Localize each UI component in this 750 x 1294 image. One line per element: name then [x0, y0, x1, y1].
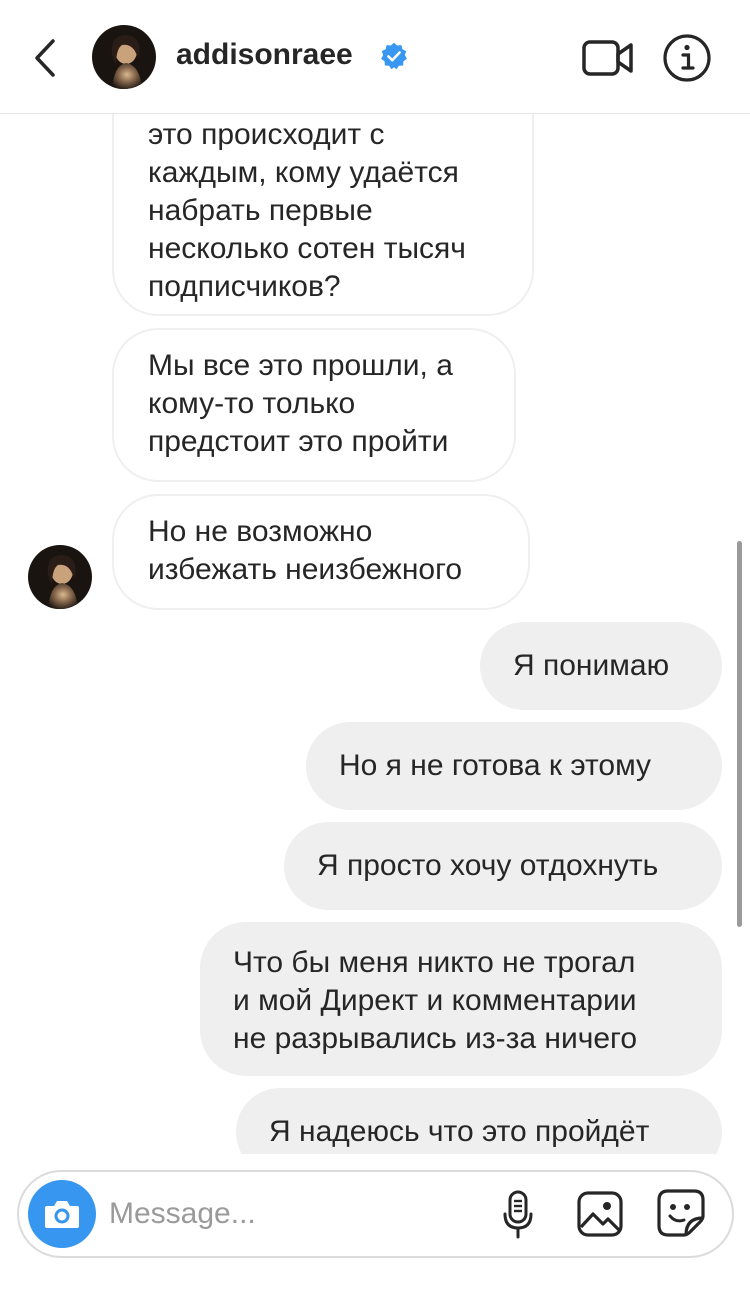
outgoing-message[interactable]: Я просто хочу отдохнуть	[284, 822, 722, 910]
message-text: не разрывались из-за ничего	[233, 1022, 638, 1055]
video-camera-icon	[582, 40, 633, 76]
message-text: набрать первые	[148, 194, 373, 227]
message-text: избежать неизбежного	[148, 553, 463, 586]
outgoing-message[interactable]: Что бы меня никто не трогал и мой Директ…	[200, 922, 722, 1076]
message-text: предстоит это пройти	[148, 425, 449, 458]
message-text: Что бы меня никто не трогал	[233, 946, 636, 979]
chat-username[interactable]: addisonraee	[176, 38, 353, 72]
outgoing-message[interactable]: Я понимаю	[480, 622, 722, 710]
message-text: Я надеюсь что это пройдёт	[269, 1115, 650, 1148]
message-text: Я понимаю	[513, 649, 670, 682]
incoming-message[interactable]: Но не возможно избежать неизбежного	[112, 494, 530, 610]
message-text: Мы все это прошли, а	[148, 349, 453, 382]
chat-header: addisonraee	[0, 0, 750, 114]
gallery-button[interactable]	[576, 1190, 624, 1238]
message-text: кому-то только	[148, 387, 356, 420]
message-text: Но не возможно	[148, 515, 373, 548]
message-text: и мой Директ и комментарии	[233, 984, 637, 1017]
video-call-button[interactable]	[580, 34, 636, 82]
image-icon	[577, 1191, 623, 1237]
sticker-button[interactable]	[656, 1188, 706, 1238]
avatar[interactable]	[28, 545, 92, 609]
verified-badge-icon	[381, 42, 407, 70]
outgoing-message[interactable]: Но я не готова к этому	[306, 722, 722, 810]
incoming-message[interactable]: Мы все это прошли, а кому-то только пред…	[112, 328, 516, 482]
chevron-left-icon	[35, 39, 55, 77]
message-text: несколько сотен тысяч	[148, 232, 466, 265]
camera-icon	[45, 1201, 79, 1228]
message-composer	[17, 1170, 734, 1258]
microphone-icon	[503, 1190, 533, 1239]
message-thread[interactable]: это происходит с каждым, кому удаётся на…	[0, 114, 750, 1154]
info-button[interactable]	[662, 33, 712, 83]
message-text: это происходит с	[148, 118, 385, 151]
back-button[interactable]	[20, 30, 70, 86]
message-input[interactable]	[109, 1190, 489, 1238]
message-text: подписчиков?	[148, 270, 341, 303]
avatar[interactable]	[92, 25, 156, 89]
microphone-button[interactable]	[503, 1190, 533, 1240]
message-text: каждым, кому удаётся	[148, 156, 459, 189]
scrollbar[interactable]	[737, 541, 742, 927]
sticker-icon	[657, 1189, 705, 1237]
message-text: Но я не готова к этому	[339, 749, 652, 782]
incoming-message[interactable]: это происходит с каждым, кому удаётся на…	[112, 114, 534, 316]
message-text: Я просто хочу отдохнуть	[317, 849, 659, 882]
info-icon	[663, 34, 711, 82]
outgoing-message[interactable]: Я надеюсь что это пройдёт	[236, 1088, 722, 1154]
camera-button[interactable]	[28, 1180, 96, 1248]
